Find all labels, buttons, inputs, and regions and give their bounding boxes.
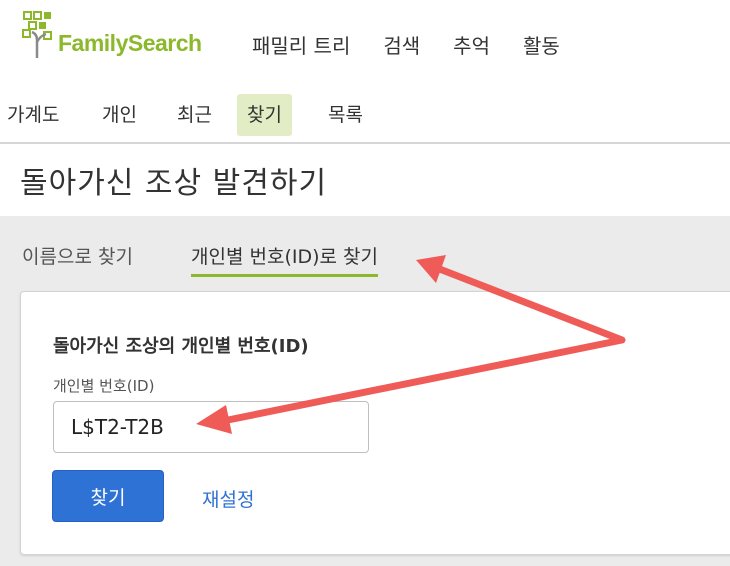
tab-search-by-id[interactable]: 개인별 번호(ID)로 찾기 [191,242,378,277]
tab-find[interactable]: 찾기 [237,94,292,136]
main-nav: 패밀리 트리 검색 추억 활동 [252,30,593,59]
tab-person[interactable]: 개인 [92,94,147,136]
form-heading: 돌아가신 조상의 개인별 번호(ID) [53,336,309,357]
nav-memories[interactable]: 추억 [453,30,490,59]
page-title: 돌아가신 조상 발견하기 [20,166,328,201]
person-id-input[interactable] [53,401,369,453]
tab-search-by-name[interactable]: 이름으로 찾기 [22,242,133,269]
find-by-id-card: 돌아가신 조상의 개인별 번호(ID) 개인별 번호(ID) 찾기 재설정 [20,291,730,555]
find-button[interactable]: 찾기 [52,470,164,522]
family-tree-subnav: 가계도 개인 최근 찾기 목록 [0,84,730,144]
nav-search[interactable]: 검색 [383,30,420,59]
tab-recents[interactable]: 최근 [167,94,222,136]
nav-family-tree[interactable]: 패밀리 트리 [252,30,350,59]
logo-text: FamilySearch [58,30,202,56]
top-header: FamilySearch 패밀리 트리 검색 추억 활동 [0,0,730,85]
tab-tree[interactable]: 가계도 [0,94,69,136]
person-id-label: 개인별 번호(ID) [53,377,155,395]
family-tree-logo-icon [22,11,52,58]
tab-lists[interactable]: 목록 [318,94,373,136]
nav-activities[interactable]: 활동 [523,30,560,59]
reset-link[interactable]: 재설정 [202,485,254,512]
